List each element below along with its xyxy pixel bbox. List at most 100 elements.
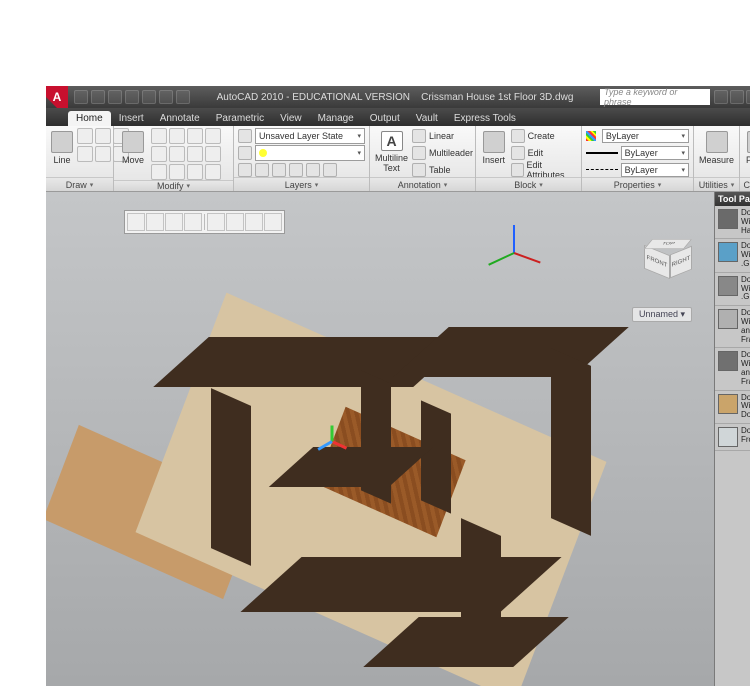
linetype-combo[interactable]: ByLayer <box>621 163 689 177</box>
tab-home[interactable]: Home <box>68 111 111 126</box>
layer-off-icon[interactable] <box>238 163 252 177</box>
tab-output[interactable]: Output <box>362 111 408 126</box>
scale-icon[interactable] <box>151 164 167 180</box>
array-icon[interactable] <box>169 164 185 180</box>
move-gizmo[interactable] <box>319 427 345 453</box>
panel-title-modify[interactable]: Modify <box>114 180 233 191</box>
mirror-icon[interactable] <box>151 146 167 162</box>
panel-title-layers[interactable]: Layers <box>234 177 369 191</box>
vt-btn-5[interactable] <box>207 213 225 231</box>
palette-item[interactable]: Doors - Windows.Doors.Ash <box>715 391 750 424</box>
polyline-icon[interactable] <box>77 128 93 144</box>
qat-redo-icon[interactable] <box>142 90 156 104</box>
copy-icon[interactable] <box>151 128 167 144</box>
color-swatch-icon <box>586 131 596 141</box>
viewcube-top[interactable]: TOP <box>644 239 692 249</box>
table-icon[interactable] <box>412 163 426 177</box>
explode-icon[interactable] <box>187 146 203 162</box>
measure-button[interactable]: Measure <box>698 128 735 174</box>
view-label[interactable]: Unnamed ▾ <box>632 307 692 322</box>
tab-insert[interactable]: Insert <box>111 111 152 126</box>
panel-title-block[interactable]: Block <box>476 177 581 191</box>
model-3d <box>61 297 621 677</box>
insert-button[interactable]: Insert <box>480 128 508 174</box>
vt-btn-1[interactable] <box>127 213 145 231</box>
search-icon[interactable] <box>714 90 728 104</box>
panel-modify: Move Modify <box>114 126 234 191</box>
qat-plot-icon[interactable] <box>159 90 173 104</box>
qat-open-icon[interactable] <box>91 90 105 104</box>
vt-btn-4[interactable] <box>184 213 202 231</box>
vt-btn-6[interactable] <box>226 213 244 231</box>
layer-match-icon[interactable] <box>289 163 303 177</box>
edit-attributes-icon[interactable] <box>511 163 524 177</box>
tab-manage[interactable]: Manage <box>310 111 362 126</box>
panel-title-utilities[interactable]: Utilities <box>694 177 739 191</box>
vt-btn-3[interactable] <box>165 213 183 231</box>
layer-combo[interactable] <box>255 145 365 161</box>
paste-button[interactable]: Paste <box>744 128 750 174</box>
color-combo[interactable]: ByLayer <box>602 129 689 143</box>
autocad-logo[interactable]: A <box>46 86 68 108</box>
viewcube-right[interactable]: RIGHT <box>670 246 692 279</box>
layer-walk-icon[interactable] <box>323 163 337 177</box>
dim-linear-icon[interactable] <box>412 129 426 143</box>
offset-icon[interactable] <box>187 164 203 180</box>
tab-annotate[interactable]: Annotate <box>152 111 208 126</box>
layer-state-combo[interactable]: Unsaved Layer State <box>255 128 365 144</box>
layer-lock-icon[interactable] <box>272 163 286 177</box>
palette-item[interactable]: Doors&Windows.Frosted <box>715 424 750 451</box>
join-icon[interactable] <box>205 164 221 180</box>
comm-center-icon[interactable] <box>746 90 750 104</box>
tab-view[interactable]: View <box>272 111 310 126</box>
move-button[interactable]: Move <box>118 128 148 174</box>
ellipse-icon[interactable] <box>95 146 111 162</box>
panel-title-draw[interactable]: Draw <box>46 177 113 191</box>
layer-isolate-icon[interactable] <box>255 163 269 177</box>
layer-properties-icon[interactable] <box>238 129 252 143</box>
quick-access-toolbar <box>70 90 194 104</box>
palette-item[interactable]: Doors - Windows.and Frames.Steel <box>715 348 750 390</box>
title-bar: A AutoCAD 2010 - EDUCATIONAL VERSION Cri… <box>46 86 750 108</box>
viewcube-front[interactable]: FRONT <box>644 245 670 280</box>
qat-undo-icon[interactable] <box>125 90 139 104</box>
erase-icon[interactable] <box>205 128 221 144</box>
infocenter-search[interactable]: Type a keyword or phrase <box>600 89 710 105</box>
panel-title-annotation[interactable]: Annotation <box>370 177 475 191</box>
block-edit-icon[interactable] <box>511 146 525 160</box>
layer-freeze-icon[interactable] <box>238 146 252 160</box>
palette-item[interactable]: Doors - Windows.and Frames.Alumi <box>715 306 750 348</box>
circle-icon[interactable] <box>95 128 111 144</box>
layer-prev-icon[interactable] <box>306 163 320 177</box>
palette-title[interactable]: Tool Palettes - All Pa <box>715 192 750 206</box>
panel-title-clipboard[interactable]: Clipboard <box>740 177 750 191</box>
tab-vault[interactable]: Vault <box>408 111 446 126</box>
viewcube[interactable]: FRONT RIGHT TOP <box>636 232 696 292</box>
tab-parametric[interactable]: Parametric <box>208 111 272 126</box>
vt-btn-8[interactable] <box>264 213 282 231</box>
qat-more-icon[interactable] <box>176 90 190 104</box>
trim-icon[interactable] <box>187 128 203 144</box>
line-button[interactable]: Line <box>50 128 74 174</box>
panel-block: Insert Create Edit Edit Attributes Block <box>476 126 582 191</box>
palette-item[interactable]: Doors - Windows.Hardware.Chrome <box>715 206 750 239</box>
qat-new-icon[interactable] <box>74 90 88 104</box>
rotate-icon[interactable] <box>169 128 185 144</box>
vt-btn-2[interactable] <box>146 213 164 231</box>
rectangle-icon[interactable] <box>77 146 93 162</box>
multileader-icon[interactable] <box>412 146 426 160</box>
mtext-button[interactable]: A Multiline Text <box>374 128 409 174</box>
block-create-icon[interactable] <box>511 129 525 143</box>
drawing-canvas[interactable]: FRONT RIGHT TOP Unnamed ▾ <box>46 192 714 686</box>
panel-title-properties[interactable]: Properties <box>582 177 693 191</box>
tab-express-tools[interactable]: Express Tools <box>446 111 524 126</box>
subscription-icon[interactable] <box>730 90 744 104</box>
lineweight-combo[interactable]: ByLayer <box>621 146 689 160</box>
palette-item[interactable]: Doors - Windows..Glass.Mirrored <box>715 273 750 306</box>
qat-save-icon[interactable] <box>108 90 122 104</box>
palette-item[interactable]: Doors - Windows..Glass.Clear <box>715 239 750 272</box>
palette-body: Tool Palettes - All Pa Doors - Windows.H… <box>715 192 750 686</box>
stretch-icon[interactable] <box>205 146 221 162</box>
fillet-icon[interactable] <box>169 146 185 162</box>
vt-btn-7[interactable] <box>245 213 263 231</box>
